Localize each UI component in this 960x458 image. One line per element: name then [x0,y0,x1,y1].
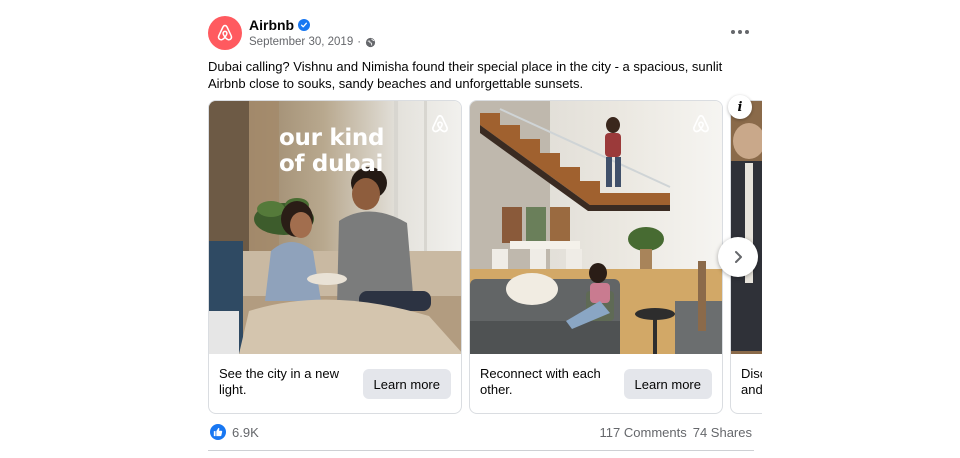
airbnb-logo-icon [217,24,233,41]
card-3-photo[interactable] [731,101,762,354]
card-1-footer: See the city in a new light. Learn more [209,354,461,413]
card-3-headline: Disc and [741,366,762,397]
learn-more-button[interactable]: Learn more [623,369,712,399]
more-options-icon [731,30,735,34]
engagement-counts: 117 Comments 74 Shares [600,425,752,440]
meta-separator: · [357,36,362,48]
card-3-footer: Disc and [731,354,762,413]
info-icon: i [737,99,743,115]
airbnb-logo-icon [693,114,709,133]
post-date[interactable]: September 30, 2019 [249,36,353,48]
chevron-right-icon [735,251,742,263]
airbnb-logo-icon [432,114,448,133]
post-caption: Dubai calling? Vishnu and Nimisha found … [208,59,723,91]
reactions-count: 6.9K [232,424,259,440]
more-dot [745,30,749,34]
verified-badge-icon [298,19,311,31]
card-2-headline: Reconnect with each other. [480,366,601,397]
airbnb-avatar[interactable] [208,16,242,50]
feed-post: Airbnb September 30, 2019 · Dubai callin… [196,0,766,458]
card-2-footer: Reconnect with each other. Learn more [470,354,722,413]
carousel-next-button[interactable] [718,237,758,277]
ad-carousel: our kind of dubai See the city in a new … [208,100,762,416]
globe-icon [365,37,376,47]
divider [208,450,754,451]
like-icon [210,424,226,440]
overlay-line-2: of dubai [279,151,384,177]
overlay-line-1: our kind [279,125,385,151]
comments-count-link[interactable]: 117 Comments [600,425,687,440]
more-dot [738,30,742,34]
shares-count-link[interactable]: 74 Shares [693,425,752,440]
learn-more-button[interactable]: Learn more [362,369,451,399]
card-2-photo[interactable] [470,101,722,354]
author-name[interactable]: Airbnb [249,17,294,33]
ad-info-button[interactable]: i [728,95,752,119]
post-author: Airbnb [249,17,311,33]
post-meta: September 30, 2019 · [249,36,376,48]
card-1-photo[interactable]: our kind of dubai [209,101,461,354]
carousel-card-1[interactable]: our kind of dubai See the city in a new … [208,100,462,414]
card-1-overlay-title: our kind of dubai [279,125,384,177]
more-options-button[interactable] [728,22,752,42]
carousel-card-2[interactable]: Reconnect with each other. Learn more [469,100,723,414]
card-1-headline: See the city in a new light. [219,366,339,397]
reactions-summary[interactable]: 6.9K [210,424,259,440]
